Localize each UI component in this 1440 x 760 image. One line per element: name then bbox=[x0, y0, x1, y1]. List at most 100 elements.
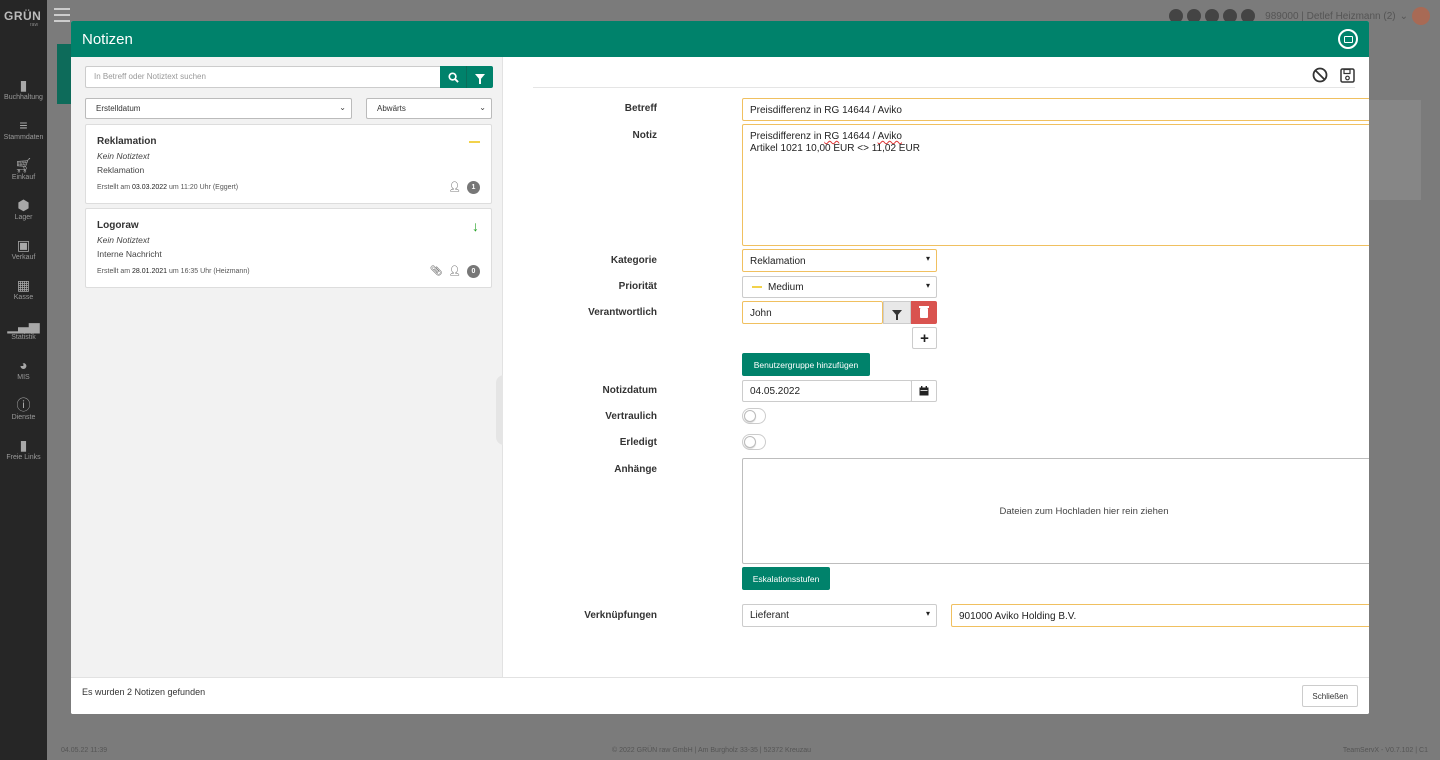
search-input[interactable]: In Betreff oder Notiztext suchen bbox=[85, 66, 440, 88]
modal-title: Notizen bbox=[82, 30, 133, 48]
notiz-textarea[interactable]: Preisdifferenz in RG 14644 / Aviko Artik… bbox=[742, 124, 1369, 246]
list-item[interactable]: Logoraw Kein Notiztext Interne Nachricht… bbox=[85, 208, 492, 288]
register-icon: ▦ bbox=[16, 277, 31, 293]
modal-footer: Es wurden 2 Notizen gefunden Schließen bbox=[71, 677, 1369, 714]
notes-list-pane: In Betreff oder Notiztext suchen Erstell… bbox=[71, 57, 504, 677]
note-text: Kein Notiztext bbox=[97, 151, 150, 161]
sidebar-item-buchhaltung[interactable]: ▮ Buchhaltung bbox=[0, 77, 47, 101]
user-icon: 👤︎ bbox=[448, 182, 461, 193]
modal-header: Notizen bbox=[71, 21, 1369, 57]
user-menu[interactable]: 989000 | Detlef Heizmann (2) bbox=[1265, 11, 1395, 22]
sidebar-item-kasse[interactable]: ▦ Kasse bbox=[0, 277, 47, 301]
priority-medium-icon bbox=[469, 141, 480, 143]
prioritaet-label: Priorität bbox=[618, 281, 657, 292]
chevron-down-icon: ⌄ bbox=[339, 103, 346, 112]
search-button[interactable] bbox=[440, 66, 467, 88]
priority-low-arrow-icon: ↓ bbox=[472, 218, 479, 234]
sidebar-item-dienste[interactable]: ⓘ Dienste bbox=[0, 397, 47, 421]
caret-down-icon: ▾ bbox=[925, 281, 930, 290]
kategorie-select[interactable]: Reklamation ▾ bbox=[742, 249, 937, 272]
betreff-label: Betreff bbox=[624, 103, 657, 114]
filter-icon bbox=[892, 309, 902, 320]
anhaenge-label: Anhänge bbox=[614, 464, 657, 475]
add-verantwortlich-button[interactable]: + bbox=[912, 327, 937, 349]
note-text: Kein Notiztext bbox=[97, 235, 150, 245]
app-logo: GRÜN bbox=[4, 9, 42, 23]
note-meta: Erstellt am 28.01.2021 um 16:35 Uhr (Hei… bbox=[97, 268, 250, 275]
save-icon[interactable] bbox=[1340, 67, 1355, 83]
filter-button[interactable] bbox=[466, 66, 493, 88]
footer-copyright: © 2022 GRÜN raw GmbH | Am Burgholz 33-35… bbox=[612, 747, 812, 754]
pie-icon: ◕ bbox=[19, 357, 28, 373]
verknuepfung-value-field[interactable]: 901000 Aviko Holding B.V. bbox=[951, 604, 1369, 627]
datepicker-button[interactable] bbox=[911, 380, 937, 402]
chevron-down-icon[interactable]: ⌄ bbox=[1400, 11, 1408, 22]
kategorie-label: Kategorie bbox=[610, 255, 657, 266]
sidebar-item-statistik[interactable]: ▁▃▅ Statistik bbox=[0, 317, 47, 341]
caret-down-icon: ▾ bbox=[925, 254, 930, 263]
user-icon: 👤︎ bbox=[448, 266, 461, 277]
results-count: Es wurden 2 Notizen gefunden bbox=[82, 687, 206, 697]
bag-icon: ▣ bbox=[16, 237, 31, 253]
note-title: Logoraw bbox=[97, 220, 139, 231]
avatar[interactable] bbox=[1412, 7, 1430, 25]
paperclip-icon: 📎︎ bbox=[429, 266, 443, 277]
bookmark-icon: ▮ bbox=[19, 437, 28, 453]
note-category: Interne Nachricht bbox=[97, 249, 162, 259]
sidebar-item-mis[interactable]: ◕ MIS bbox=[0, 357, 47, 381]
close-button[interactable]: Schließen bbox=[1302, 685, 1358, 707]
footer-version: TeamServX - V0.7.102 | C1 bbox=[1342, 747, 1428, 754]
vertraulich-toggle[interactable] bbox=[742, 408, 766, 424]
verknuepfungen-label: Verknüpfungen bbox=[584, 610, 657, 621]
background-widget bbox=[1369, 100, 1421, 200]
prioritaet-select[interactable]: Medium ▾ bbox=[742, 276, 937, 298]
verantwortlich-delete-button[interactable] bbox=[911, 301, 937, 324]
trash-icon bbox=[919, 305, 929, 318]
notiz-label: Notiz bbox=[632, 130, 657, 141]
verantwortlich-label: Verantwortlich bbox=[588, 307, 657, 318]
verknuepfung-type-select[interactable]: Lieferant ▾ bbox=[742, 604, 937, 627]
divider bbox=[533, 87, 1355, 88]
menu-toggle-icon[interactable] bbox=[54, 8, 70, 22]
sidebar-item-freie-links[interactable]: ▮ Freie Links bbox=[0, 437, 47, 461]
cart-icon: 🛒︎ bbox=[14, 157, 33, 173]
notes-icon[interactable] bbox=[1338, 29, 1358, 49]
calendar-icon bbox=[919, 386, 929, 396]
verantwortlich-field[interactable]: John bbox=[742, 301, 883, 324]
sidebar-item-verkauf[interactable]: ▣ Verkauf bbox=[0, 237, 47, 261]
sidebar-item-stammdaten[interactable]: ≡ Stammdaten bbox=[0, 117, 47, 141]
chevron-down-icon: ⌄ bbox=[479, 103, 486, 112]
search-icon bbox=[448, 71, 459, 83]
database-icon: ≡ bbox=[19, 117, 28, 133]
eskalationsstufen-button[interactable]: Eskalationsstufen bbox=[742, 567, 830, 590]
notizdatum-field[interactable]: 04.05.2022 bbox=[742, 380, 912, 402]
betreff-field[interactable]: Preisdifferenz in RG 14644 / Aviko bbox=[742, 98, 1369, 121]
app-sidebar: GRÜN raw ▮ Buchhaltung ≡ Stammdaten 🛒︎ Eink… bbox=[0, 0, 47, 760]
info-icon: ⓘ bbox=[16, 397, 31, 413]
sort-field-select[interactable]: Erstelldatum ⌄ bbox=[85, 98, 352, 119]
note-title: Reklamation bbox=[97, 136, 157, 147]
notizdatum-label: Notizdatum bbox=[602, 385, 657, 396]
sort-direction-select[interactable]: Abwärts ⌄ bbox=[366, 98, 492, 119]
app-logo-sub: raw bbox=[30, 22, 39, 28]
cancel-icon[interactable] bbox=[1312, 67, 1328, 83]
priority-medium-icon bbox=[752, 286, 762, 289]
footer-timestamp: 04.05.22 11:39 bbox=[61, 747, 108, 754]
erledigt-toggle[interactable] bbox=[742, 434, 766, 450]
verantwortlich-filter-button[interactable] bbox=[883, 301, 911, 324]
count-badge: 0 bbox=[467, 265, 480, 278]
list-item[interactable]: Reklamation Kein Notiztext Reklamation E… bbox=[85, 124, 492, 204]
benutzergruppe-button[interactable]: Benutzergruppe hinzufügen bbox=[742, 353, 870, 376]
filter-icon bbox=[475, 74, 485, 84]
sidebar-item-einkauf[interactable]: 🛒︎ Einkauf bbox=[0, 157, 47, 181]
sidebar-item-lager[interactable]: ⬢ Lager bbox=[0, 197, 47, 221]
attachment-dropzone[interactable]: Dateien zum Hochladen hier rein ziehen bbox=[742, 458, 1369, 564]
notes-modal: Notizen In Betreff oder Notiztext suchen… bbox=[71, 21, 1369, 714]
erledigt-label: Erledigt bbox=[619, 437, 657, 448]
plus-icon: + bbox=[920, 329, 929, 347]
note-category: Reklamation bbox=[97, 165, 145, 175]
note-meta: Erstellt am 03.03.2022 um 11:20 Uhr (Egg… bbox=[97, 184, 239, 191]
vertraulich-label: Vertraulich bbox=[605, 411, 657, 422]
chart-icon: ▁▃▅ bbox=[7, 317, 40, 333]
book-icon: ▮ bbox=[19, 77, 28, 93]
